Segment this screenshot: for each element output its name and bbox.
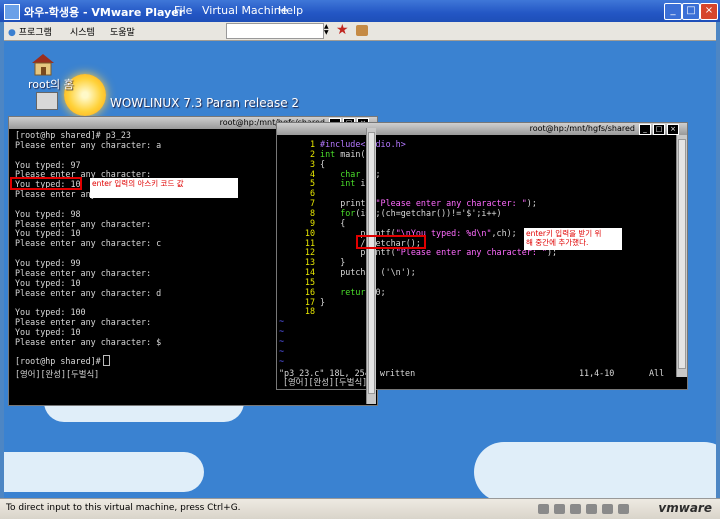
menu-virtual-machine[interactable]: Virtual Machine (202, 4, 288, 17)
menu-help[interactable]: Help (278, 4, 303, 17)
terminal-scrollbar[interactable] (366, 128, 376, 404)
annotation-ascii-enter: enter 입력의 아스키 코드 값 (90, 178, 238, 198)
vim-code-line: 14 putchar ('\n'); (279, 267, 416, 278)
vim-code-text: } (315, 296, 326, 307)
ime-status: [영어][완성][두벌식] (15, 369, 100, 379)
window-title: 와우-학생용 - VMware Player (24, 6, 185, 19)
vim-code-line: 5 int i; (279, 178, 371, 189)
spinner-icon[interactable]: ▲ ▼ (324, 24, 331, 37)
status-message: To direct input to this virtual machine,… (6, 503, 241, 513)
vim-code-text: printf("Please enter any character: "); (315, 247, 558, 258)
vim-code-text: int i; (340, 178, 371, 189)
home-folder-label: root의 홈 (28, 78, 74, 91)
vmware-status-bar: To direct input to this virtual machine,… (0, 498, 720, 519)
vim-close-button[interactable]: × (667, 124, 679, 135)
terminal-line: Please enter any character: c (15, 238, 162, 249)
cloud-decoration (4, 452, 204, 492)
vim-ime-status: [영어][완성][두벌식] (283, 377, 368, 387)
vmware-title-bar: 와우-학생용 - VMware Player File Virtual Mach… (0, 0, 720, 22)
vim-scrollbar-thumb[interactable] (678, 139, 686, 369)
vim-line-number: 18 (304, 306, 315, 317)
vim-line-number: 10 (304, 227, 315, 238)
star-icon[interactable]: ★ (336, 22, 349, 38)
device-icon-disk[interactable] (554, 504, 565, 514)
text-cursor (103, 355, 110, 366)
panel-input-box[interactable] (226, 23, 324, 39)
device-icon-cd[interactable] (538, 504, 549, 514)
trash-icon[interactable] (36, 92, 58, 110)
vim-code-text: printf("Please enter any character: "); (315, 198, 537, 209)
guest-desktop[interactable]: ● 프로그램 시스템 도움말 ▲ ▼ ★ root의 홈 WOWLINUX 7.3… (4, 22, 716, 498)
highlight-you-typed-10 (10, 177, 82, 190)
guest-panel: ● 프로그램 시스템 도움말 ▲ ▼ ★ (4, 22, 716, 41)
panel-programs-menu[interactable]: ● 프로그램 (8, 25, 52, 38)
terminal-line: Please enter any character: a (15, 139, 162, 150)
vim-title-bar[interactable]: root@hp:/mnt/hgfs/shared _ □ × (277, 123, 687, 135)
menu-file[interactable]: File (174, 4, 192, 17)
maximize-button[interactable]: □ (682, 3, 700, 20)
vim-window-title: root@hp:/mnt/hgfs/shared (529, 124, 635, 133)
vim-code-line: 18 (279, 307, 320, 317)
terminal-line: Please enter any character: d (15, 287, 162, 298)
terminal-line: Please enter any character: $ (15, 336, 162, 347)
vim-code-text: { (315, 158, 326, 169)
vim-code-text: int main() (320, 148, 371, 159)
device-icon-network[interactable] (570, 504, 581, 514)
terminal-window-vim[interactable]: root@hp:/mnt/hgfs/shared _ □ × 1 #includ… (276, 122, 688, 390)
vim-editor[interactable]: 1 #include<stdio.h> 2 int main() 3 {4 char… (279, 139, 673, 377)
terminal-line: [root@hp shared]# (15, 356, 106, 367)
vim-status-all: All (649, 367, 665, 378)
cloud-decoration (474, 442, 716, 498)
device-icon-usb[interactable] (586, 504, 597, 514)
minimize-button[interactable]: _ (664, 3, 682, 20)
highlight-getchar (356, 235, 426, 249)
vim-code-text (315, 188, 320, 198)
terminal-output[interactable]: [root@hp shared]# p3_23 Please enter any … (15, 130, 162, 367)
vim-maximize-button[interactable]: □ (653, 124, 665, 135)
panel-help-menu[interactable]: 도움말 (110, 25, 135, 38)
panel-system-menu[interactable]: 시스템 (70, 25, 95, 38)
close-button[interactable]: × (700, 3, 718, 20)
vim-scrollbar[interactable] (676, 135, 687, 377)
device-icon-printer[interactable] (618, 504, 629, 514)
vim-status-position: 11,4-10 (579, 367, 615, 378)
vim-minimize-button[interactable]: _ (639, 124, 651, 135)
terminal-scrollbar-thumb[interactable] (368, 132, 375, 394)
vmware-app-icon (4, 4, 20, 20)
vim-code-text: } (315, 257, 346, 268)
home-folder-icon[interactable] (30, 52, 56, 76)
vim-code-text (315, 306, 320, 316)
applet-icon[interactable] (356, 25, 368, 36)
vim-code-text: for(i=0;(ch=getchar())!='$';i++) (340, 207, 502, 218)
vim-empty-line-tilde: ~ (279, 355, 285, 366)
vim-code-text (315, 277, 320, 287)
vmware-logo: vmware (658, 501, 712, 515)
device-icon-sound[interactable] (602, 504, 613, 514)
vim-code-text: #include<stdio.h> (320, 139, 406, 149)
annotation-getchar-added: enter키 입력을 받기 위해 중간에 추가했다. (524, 228, 622, 250)
vim-code-text: { (315, 217, 346, 228)
release-label: WOWLINUX 7.3 Paran release 2 (110, 96, 300, 110)
